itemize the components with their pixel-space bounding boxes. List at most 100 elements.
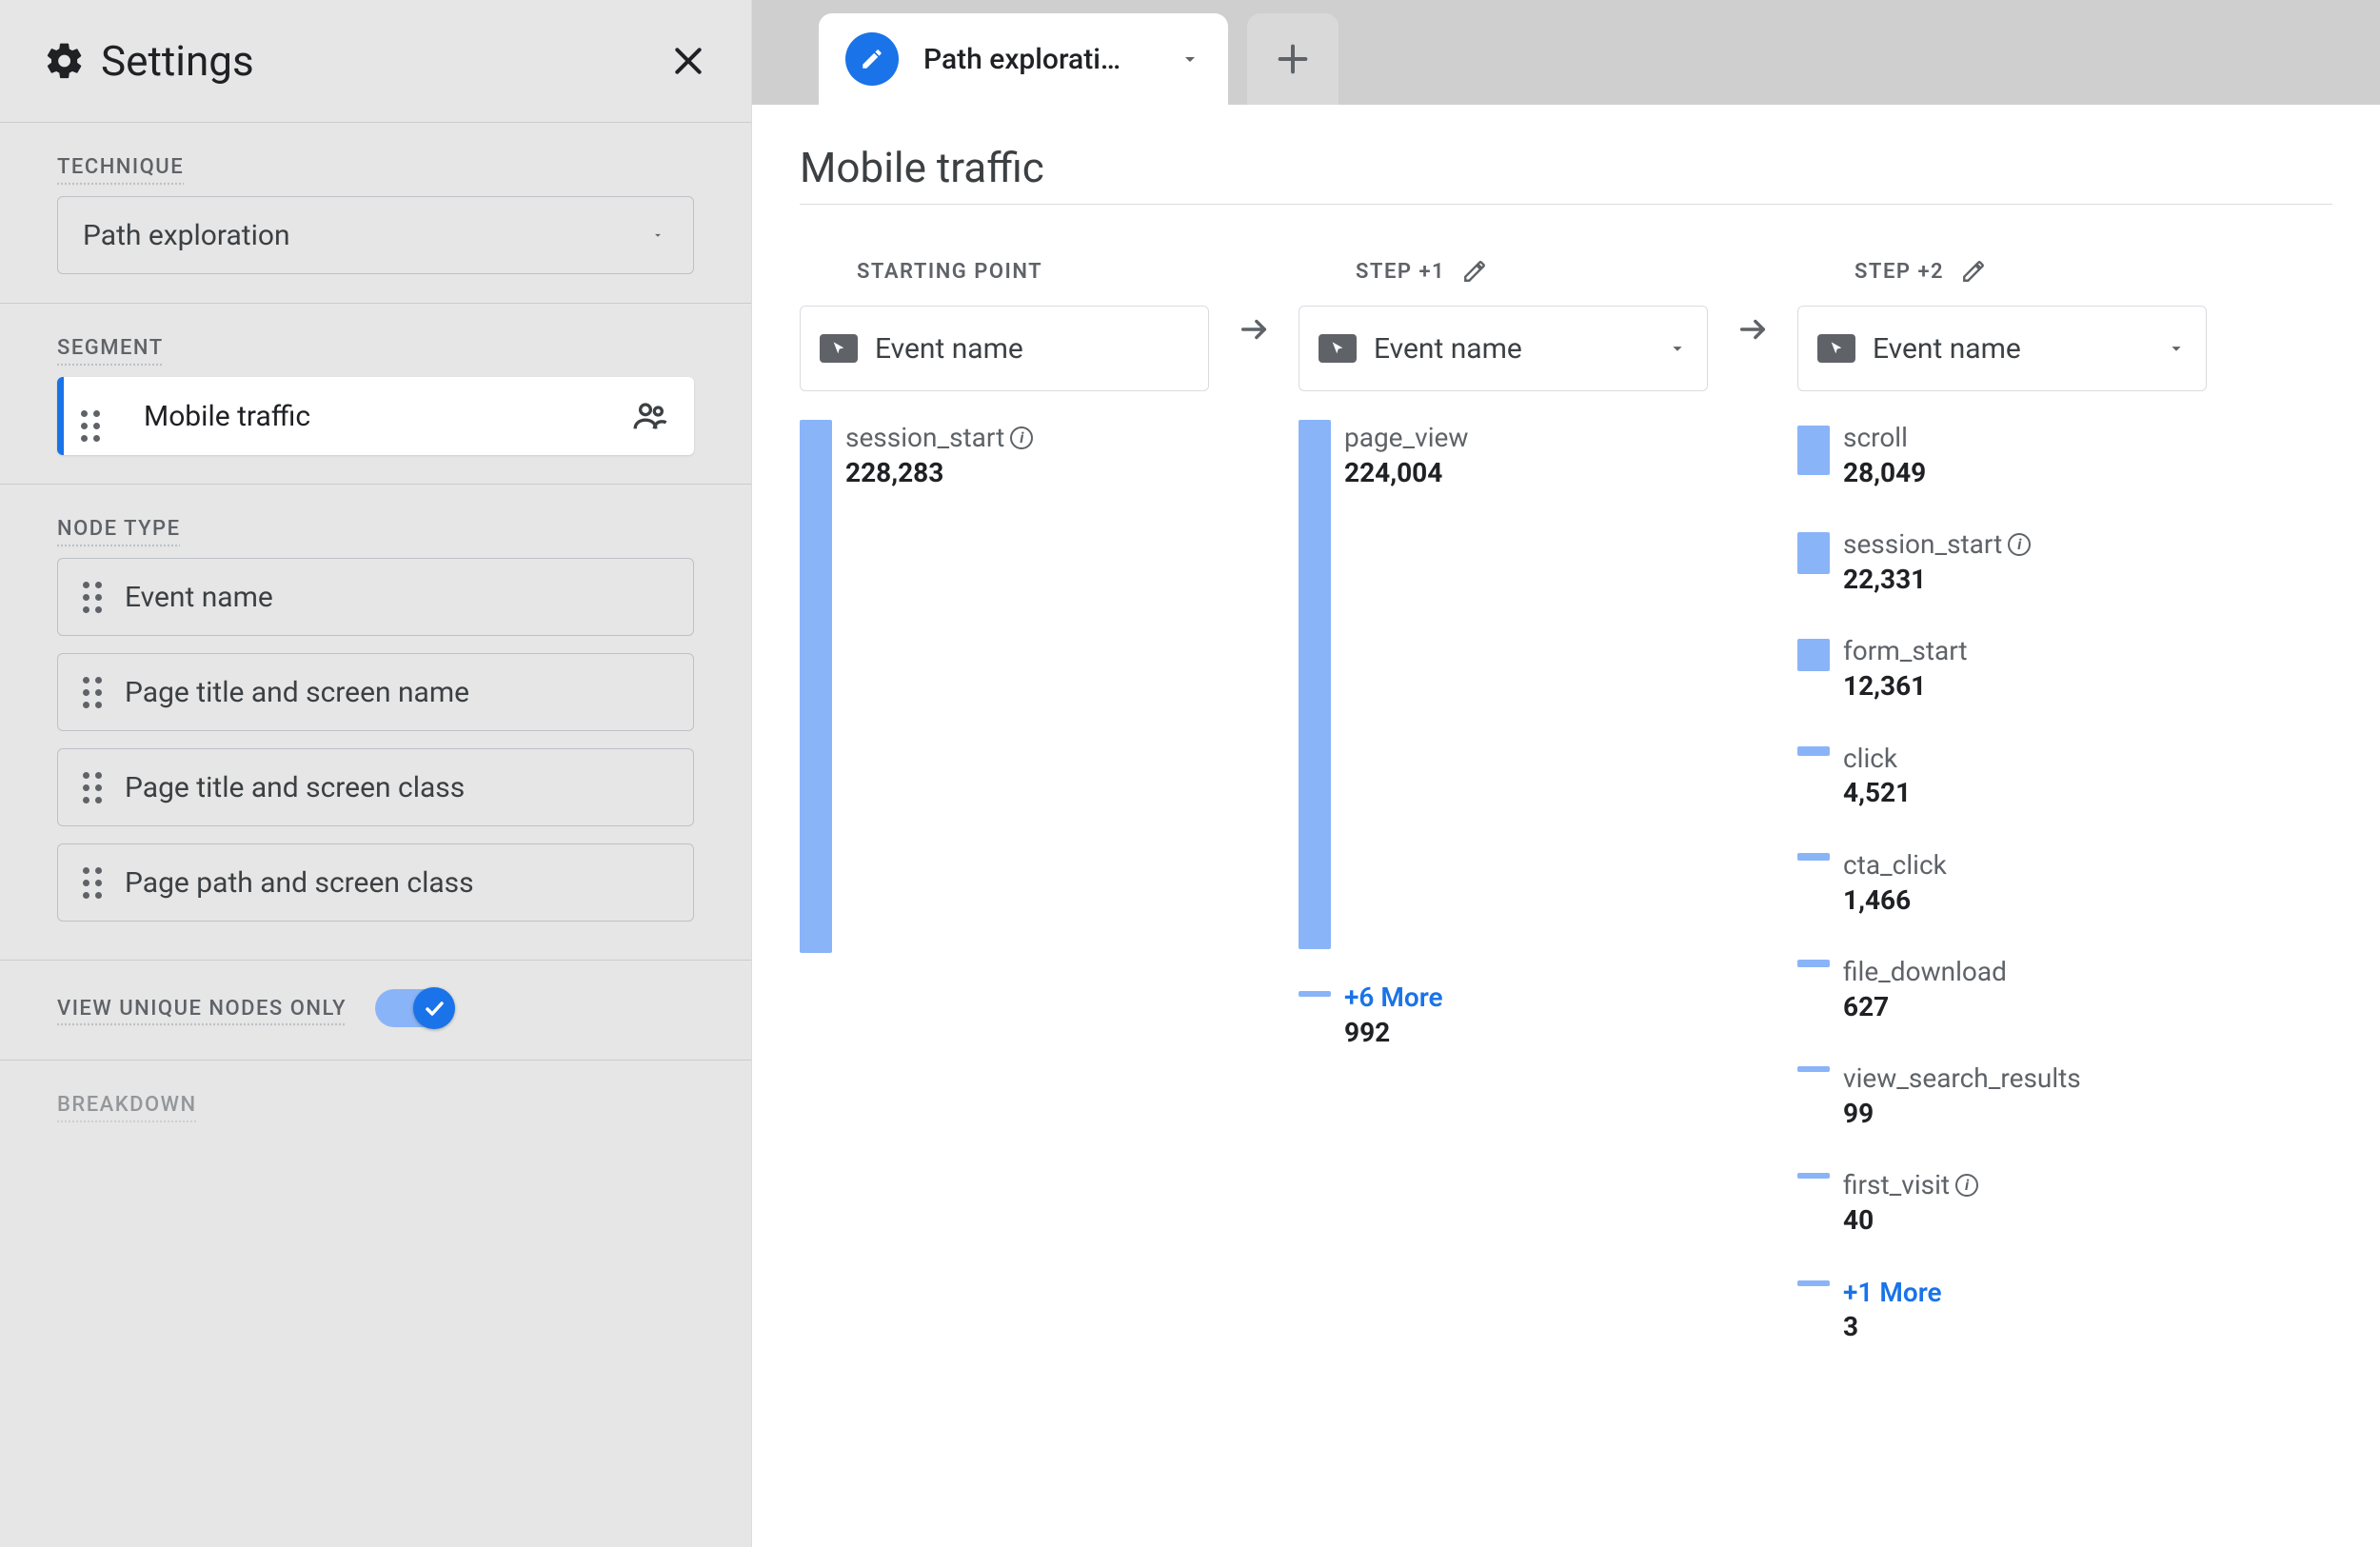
path-node[interactable]: scroll28,049	[1797, 414, 2207, 496]
technique-select[interactable]: Path exploration	[57, 196, 694, 274]
chevron-down-icon	[2166, 338, 2187, 359]
exploration-canvas: Mobile traffic STARTING POINT Event name	[752, 105, 2380, 1547]
node-name: session_start	[845, 420, 1004, 456]
check-icon	[413, 987, 455, 1029]
node-value: 627	[1843, 990, 2007, 1024]
node-value: 224,004	[1344, 456, 1468, 490]
step-start-header: STARTING POINT	[800, 252, 1209, 290]
node-type-item-label: Event name	[125, 581, 273, 614]
path-node-more[interactable]: +6 More 992	[1299, 974, 1708, 1056]
node-value: 992	[1344, 1016, 1443, 1050]
settings-title: Settings	[101, 36, 254, 86]
segment-chip[interactable]: Mobile traffic	[57, 377, 694, 455]
step-2-header: STEP +2	[1797, 252, 2207, 290]
info-icon[interactable]: i	[2008, 533, 2031, 556]
dimension-label: Event name	[875, 332, 1023, 366]
path-node[interactable]: form_start12,361	[1797, 627, 2207, 709]
dimension-label: Event name	[1873, 332, 2021, 366]
path-node[interactable]: session_start i 228,283	[800, 414, 1209, 959]
node-name: first_visit	[1843, 1167, 1950, 1203]
node-name: +1 More	[1843, 1275, 1942, 1311]
node-name: view_search_results	[1843, 1061, 2081, 1097]
arrow-right-icon	[1238, 252, 1270, 338]
step-1-column: STEP +1 Event name	[1299, 252, 1708, 1056]
path-node[interactable]: page_view 224,004	[1299, 414, 1708, 955]
breakdown-label: BREAKDOWN	[0, 1093, 751, 1124]
step-1-header: STEP +1	[1299, 252, 1708, 290]
node-value: 40	[1843, 1203, 1978, 1238]
node-type-item-label: Page title and screen class	[125, 771, 465, 804]
node-type-item[interactable]: Event name	[57, 558, 694, 636]
node-name: cta_click	[1843, 847, 1947, 883]
path-node-more[interactable]: +1 More3	[1797, 1269, 2207, 1351]
dimension-select-step1[interactable]: Event name	[1299, 306, 1708, 391]
path-node[interactable]: session_start i 22,331	[1797, 521, 2207, 603]
node-value: 3	[1843, 1310, 1942, 1344]
cursor-icon	[820, 334, 858, 363]
node-type-list: Event name Page title and screen name Pa…	[0, 548, 751, 960]
chevron-down-icon	[647, 228, 668, 242]
tab-label: Path explorati…	[923, 43, 1165, 76]
chevron-down-icon	[1667, 338, 1688, 359]
step-header-label: STEP +1	[1356, 260, 1445, 284]
cursor-icon	[1817, 334, 1855, 363]
node-type-item-label: Page title and screen name	[125, 676, 469, 709]
arrow-right-icon	[1736, 252, 1769, 338]
step-header-label: STARTING POINT	[857, 260, 1042, 284]
path-node[interactable]: view_search_results99	[1797, 1055, 2207, 1137]
info-icon[interactable]: i	[1955, 1174, 1978, 1197]
node-name: form_start	[1843, 633, 1968, 669]
settings-panel: Settings TECHNIQUE Path exploration SEGM…	[0, 0, 752, 1547]
pencil-icon[interactable]	[1462, 259, 1487, 284]
add-tab-button[interactable]	[1247, 13, 1339, 105]
segment-label: SEGMENT	[0, 336, 751, 367]
node-name: session_start	[1843, 526, 2002, 563]
path-node[interactable]: file_download627	[1797, 948, 2207, 1030]
node-name: scroll	[1843, 420, 1908, 456]
close-icon[interactable]	[669, 42, 707, 80]
pencil-icon[interactable]	[1961, 259, 1986, 284]
tab-bar: Path explorati…	[752, 0, 2380, 105]
dimension-select-step2[interactable]: Event name	[1797, 306, 2207, 391]
node-type-item[interactable]: Page path and screen class	[57, 843, 694, 922]
node-type-label: NODE TYPE	[0, 517, 751, 548]
dimension-select-start[interactable]: Event name	[800, 306, 1209, 391]
node-type-item-label: Page path and screen class	[125, 866, 474, 900]
node-value: 99	[1843, 1097, 2081, 1131]
technique-value: Path exploration	[83, 219, 290, 252]
node-name: page_view	[1344, 420, 1468, 456]
tab-path-exploration[interactable]: Path explorati…	[819, 13, 1228, 105]
path-columns: STARTING POINT Event name	[800, 252, 2332, 1376]
node-name: +6 More	[1344, 980, 1443, 1016]
settings-header: Settings	[0, 0, 751, 122]
step-start-column: STARTING POINT Event name	[800, 252, 1209, 959]
node-type-item[interactable]: Page title and screen class	[57, 748, 694, 826]
cursor-icon	[1319, 334, 1357, 363]
drag-handle-icon	[83, 582, 102, 613]
node-name: click	[1843, 741, 1897, 777]
drag-handle-icon	[83, 772, 102, 803]
path-node[interactable]: click4,521	[1797, 735, 2207, 817]
gear-icon	[44, 40, 101, 82]
step-header-label: STEP +2	[1854, 260, 1944, 284]
node-type-item[interactable]: Page title and screen name	[57, 653, 694, 731]
node-value: 28,049	[1843, 456, 1926, 490]
drag-handle-icon	[83, 867, 102, 899]
node-value: 12,361	[1843, 669, 1968, 704]
chevron-down-icon[interactable]	[1179, 48, 1201, 70]
node-name: file_download	[1843, 954, 2007, 990]
path-node[interactable]: first_visiti 40	[1797, 1161, 2207, 1243]
unique-nodes-toggle[interactable]	[375, 989, 451, 1027]
unique-nodes-label: VIEW UNIQUE NODES ONLY	[57, 997, 347, 1021]
drag-handle-icon	[83, 677, 102, 708]
people-icon	[631, 397, 669, 435]
main-area: Path explorati… Mobile traffic STARTING …	[752, 0, 2380, 1547]
step-2-column: STEP +2 Event name scr	[1797, 252, 2207, 1376]
info-icon[interactable]: i	[1010, 426, 1033, 449]
segment-name: Mobile traffic	[144, 400, 310, 433]
canvas-title: Mobile traffic	[800, 143, 2332, 205]
drag-handle-icon	[81, 391, 123, 442]
path-node[interactable]: cta_click1,466	[1797, 842, 2207, 923]
dimension-label: Event name	[1374, 332, 1522, 366]
node-value: 22,331	[1843, 563, 2031, 597]
